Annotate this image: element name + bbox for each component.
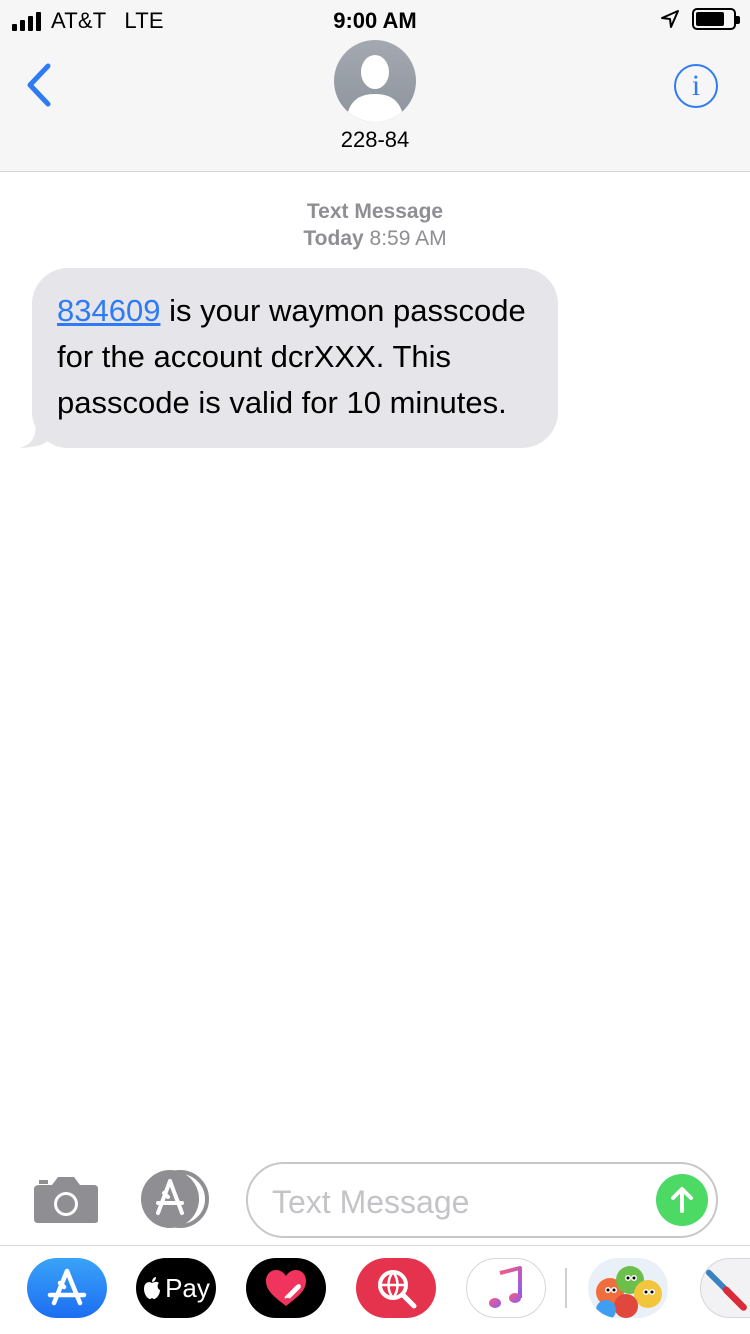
- apple-pay-label: Pay: [165, 1272, 210, 1303]
- time-label: 8:59 AM: [369, 227, 447, 250]
- message-row: 834609 is your waymon passcode for the a…: [20, 268, 558, 448]
- digital-touch-app-button[interactable]: [246, 1258, 326, 1318]
- web-search-app-button[interactable]: [356, 1258, 436, 1318]
- location-arrow-icon: [661, 10, 679, 28]
- american-airlines-app-button[interactable]: [700, 1258, 750, 1318]
- apple-logo-icon: [144, 1277, 161, 1299]
- app-store-app-button[interactable]: [27, 1258, 107, 1318]
- incoming-message-bubble[interactable]: 834609 is your waymon passcode for the a…: [32, 268, 558, 448]
- contact-avatar[interactable]: [334, 40, 416, 122]
- web-search-icon: [378, 1270, 417, 1309]
- day-label: Today: [303, 227, 364, 250]
- music-app-button[interactable]: [466, 1258, 546, 1318]
- music-note-icon: [489, 1266, 522, 1308]
- battery-icon: [692, 8, 740, 30]
- animoji-stickers-icon: [596, 1266, 662, 1318]
- chevron-left-icon: [27, 63, 51, 107]
- back-button[interactable]: [20, 60, 60, 110]
- camera-button[interactable]: [32, 1175, 100, 1225]
- digital-touch-heart-icon: [266, 1270, 306, 1306]
- camera-icon: [34, 1177, 98, 1223]
- service-label: Text Message: [306, 200, 444, 223]
- message-text-field[interactable]: [246, 1162, 718, 1238]
- drawer-divider: [565, 1268, 567, 1308]
- app-store-icon: [47, 1268, 87, 1306]
- info-icon: i: [691, 69, 701, 102]
- conversation-meta: Text Message Today 8:59 AM: [0, 198, 750, 252]
- navigation-header: AT&T LTE 9:00 AM 228-84 i: [0, 0, 750, 172]
- status-bar-right: [660, 8, 740, 30]
- passcode-link[interactable]: 834609: [57, 293, 160, 328]
- send-button[interactable]: [656, 1174, 708, 1226]
- apple-pay-app-button[interactable]: Pay: [136, 1258, 216, 1318]
- message-input-bar: [0, 1150, 750, 1245]
- app-store-icon: [141, 1170, 209, 1228]
- message-input[interactable]: [272, 1180, 642, 1224]
- contact-name[interactable]: 228-84: [0, 127, 750, 153]
- imessage-app-drawer: Pay: [0, 1245, 750, 1334]
- status-time: 9:00 AM: [333, 8, 417, 33]
- sticker-pack-app-button[interactable]: [588, 1258, 668, 1318]
- timestamp: Today 8:59 AM: [0, 225, 750, 252]
- person-silhouette-icon: [346, 55, 404, 122]
- info-button[interactable]: i: [674, 64, 718, 108]
- arrow-up-icon: [671, 1187, 693, 1213]
- app-store-button[interactable]: [138, 1169, 214, 1229]
- american-airlines-icon: [705, 1269, 747, 1311]
